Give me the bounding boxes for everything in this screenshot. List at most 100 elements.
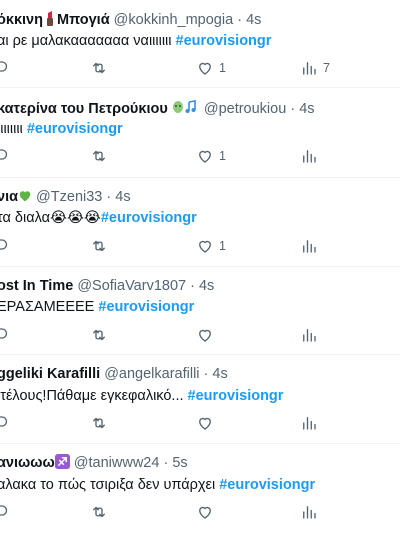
timestamp[interactable]: 4s bbox=[199, 278, 214, 294]
retweet-icon bbox=[90, 237, 108, 255]
tweet-text: ιτέλους!Πάθαμε εγκεφαλικό... #eurovision… bbox=[0, 388, 284, 404]
reply-icon bbox=[0, 503, 8, 521]
retweet-icon bbox=[90, 503, 108, 521]
tweet-header: νια @Tzeni33 · 4s bbox=[0, 188, 131, 208]
tweet-text: ΕΡΑΣΑΜΕΕΕΕ #eurovisiongr bbox=[0, 299, 195, 315]
retweet-button[interactable] bbox=[90, 146, 108, 166]
tweet[interactable]: κατερίνα του Πετρούκιου @petroukiou · 4s… bbox=[0, 88, 400, 178]
separator-dot: · bbox=[163, 455, 169, 471]
reply-button[interactable] bbox=[0, 325, 8, 345]
tweet[interactable]: νια @Tzeni33 · 4s τα διαλα😭😭😭#eurovision… bbox=[0, 178, 400, 267]
tweet-text: ιιιιιιιι #eurovisiongr bbox=[0, 121, 123, 137]
retweet-button[interactable] bbox=[90, 325, 108, 345]
user-handle[interactable]: @kokkinh_mpogia bbox=[114, 12, 234, 28]
reply-button[interactable] bbox=[0, 413, 8, 433]
user-handle[interactable]: @taniwww24 bbox=[74, 455, 160, 471]
retweet-icon bbox=[90, 414, 108, 432]
like-button[interactable] bbox=[196, 413, 214, 433]
views-chart-icon bbox=[300, 237, 318, 255]
tweet-actions bbox=[0, 502, 400, 524]
display-name[interactable]: όκκινη Μπογιά bbox=[0, 10, 110, 31]
hashtag-link[interactable]: #eurovisiongr bbox=[188, 388, 284, 404]
display-name[interactable]: νια bbox=[0, 189, 32, 205]
tweet-header: κατερίνα του Πετρούκιου @petroukiou · 4s bbox=[0, 99, 315, 120]
display-name[interactable]: ανιωωω bbox=[0, 454, 70, 474]
views-button[interactable] bbox=[300, 146, 318, 166]
user-handle[interactable]: @Tzeni33 bbox=[36, 189, 102, 205]
hashtag-link[interactable]: #eurovisiongr bbox=[27, 121, 123, 137]
user-handle[interactable]: @angelkarafilli bbox=[104, 366, 199, 382]
hashtag-link[interactable]: #eurovisiongr bbox=[98, 299, 194, 315]
hashtag-link[interactable]: #eurovisiongr bbox=[219, 477, 315, 493]
user-handle[interactable]: @petroukiou bbox=[204, 101, 286, 117]
view-count: 7 bbox=[323, 61, 330, 75]
retweet-button[interactable] bbox=[90, 502, 108, 522]
like-button[interactable] bbox=[196, 325, 214, 345]
like-button[interactable] bbox=[196, 502, 214, 522]
views-button[interactable] bbox=[300, 413, 318, 433]
retweet-button[interactable] bbox=[90, 413, 108, 433]
separator-dot: · bbox=[106, 189, 112, 205]
timestamp[interactable]: 5s bbox=[172, 455, 187, 471]
display-name[interactable]: ggeliki Karafilli bbox=[0, 366, 100, 382]
reply-button[interactable] bbox=[0, 146, 8, 166]
views-button[interactable] bbox=[300, 502, 318, 522]
tweet-actions: 1 7 bbox=[0, 58, 400, 80]
timestamp[interactable]: 4s bbox=[115, 189, 130, 205]
retweet-icon bbox=[90, 59, 108, 77]
views-button[interactable] bbox=[300, 325, 318, 345]
reply-button[interactable] bbox=[0, 236, 8, 256]
tweet-actions: 1 bbox=[0, 146, 400, 168]
hashtag-link[interactable]: #eurovisiongr bbox=[176, 33, 272, 49]
display-name[interactable]: κατερίνα του Πετρούκιου bbox=[0, 100, 200, 117]
separator-dot: · bbox=[290, 101, 296, 117]
views-chart-icon bbox=[300, 326, 318, 344]
tweet-actions bbox=[0, 325, 400, 347]
tweet-actions bbox=[0, 413, 400, 435]
reply-icon bbox=[0, 414, 8, 432]
views-chart-icon bbox=[300, 59, 318, 77]
retweet-button[interactable] bbox=[90, 236, 108, 256]
sagittarius-icon bbox=[54, 454, 70, 474]
user-handle[interactable]: @SofiaVarv1807 bbox=[77, 278, 186, 294]
heart-icon bbox=[196, 414, 214, 432]
tweet-header: ανιωωω @taniwww24 · 5s bbox=[0, 454, 188, 474]
like-count: 1 bbox=[219, 149, 226, 163]
reply-button[interactable] bbox=[0, 58, 8, 78]
separator-dot: · bbox=[190, 278, 195, 294]
views-chart-icon bbox=[300, 147, 318, 165]
heart-icon bbox=[196, 59, 214, 77]
retweet-button[interactable] bbox=[90, 58, 108, 78]
views-chart-icon bbox=[300, 503, 318, 521]
views-button[interactable]: 7 bbox=[300, 58, 330, 78]
heart-icon bbox=[196, 326, 214, 344]
tweet-text: τα διαλα😭😭😭#eurovisiongr bbox=[0, 210, 197, 226]
separator-dot: · bbox=[237, 12, 243, 28]
crying-face-emojis: 😭😭😭 bbox=[50, 210, 101, 226]
display-name[interactable]: ost In Time bbox=[0, 278, 73, 294]
tweet-text: αι ρε μαλακααααααα ναιιιιιιι #eurovision… bbox=[0, 33, 272, 49]
heart-icon bbox=[196, 147, 214, 165]
tweet[interactable]: ανιωωω @taniwww24 · 5s αλακα το πώς τσιρ… bbox=[0, 444, 400, 533]
timestamp[interactable]: 4s bbox=[299, 101, 314, 117]
tweet[interactable]: ost In Time @SofiaVarv1807 · 4s ΕΡΑΣΑΜΕΕ… bbox=[0, 267, 400, 355]
separator-dot: · bbox=[203, 366, 209, 382]
hashtag-link[interactable]: #eurovisiongr bbox=[101, 210, 197, 226]
tweet[interactable]: ggeliki Karafilli @angelkarafilli · 4s ι… bbox=[0, 355, 400, 444]
lipstick-icon bbox=[43, 10, 57, 31]
like-count: 1 bbox=[219, 239, 226, 253]
reply-button[interactable] bbox=[0, 502, 8, 522]
green-heart-icon bbox=[18, 189, 32, 208]
retweet-icon bbox=[90, 147, 108, 165]
timestamp[interactable]: 4s bbox=[212, 366, 227, 382]
like-button[interactable]: 1 bbox=[196, 146, 226, 166]
views-button[interactable] bbox=[300, 236, 318, 256]
like-button[interactable]: 1 bbox=[196, 236, 226, 256]
like-button[interactable]: 1 bbox=[196, 58, 226, 78]
tweet-header: όκκινη Μπογιά @kokkinh_mpogia · 4s bbox=[0, 10, 261, 31]
tweet[interactable]: όκκινη Μπογιά @kokkinh_mpogia · 4s αι ρε … bbox=[0, 0, 400, 88]
tweet-actions: 1 bbox=[0, 236, 400, 258]
timestamp[interactable]: 4s bbox=[246, 12, 261, 28]
tweet-text: αλακα το πώς τσιριξα δεν υπάρχει #eurovi… bbox=[0, 477, 316, 493]
heart-icon bbox=[196, 503, 214, 521]
